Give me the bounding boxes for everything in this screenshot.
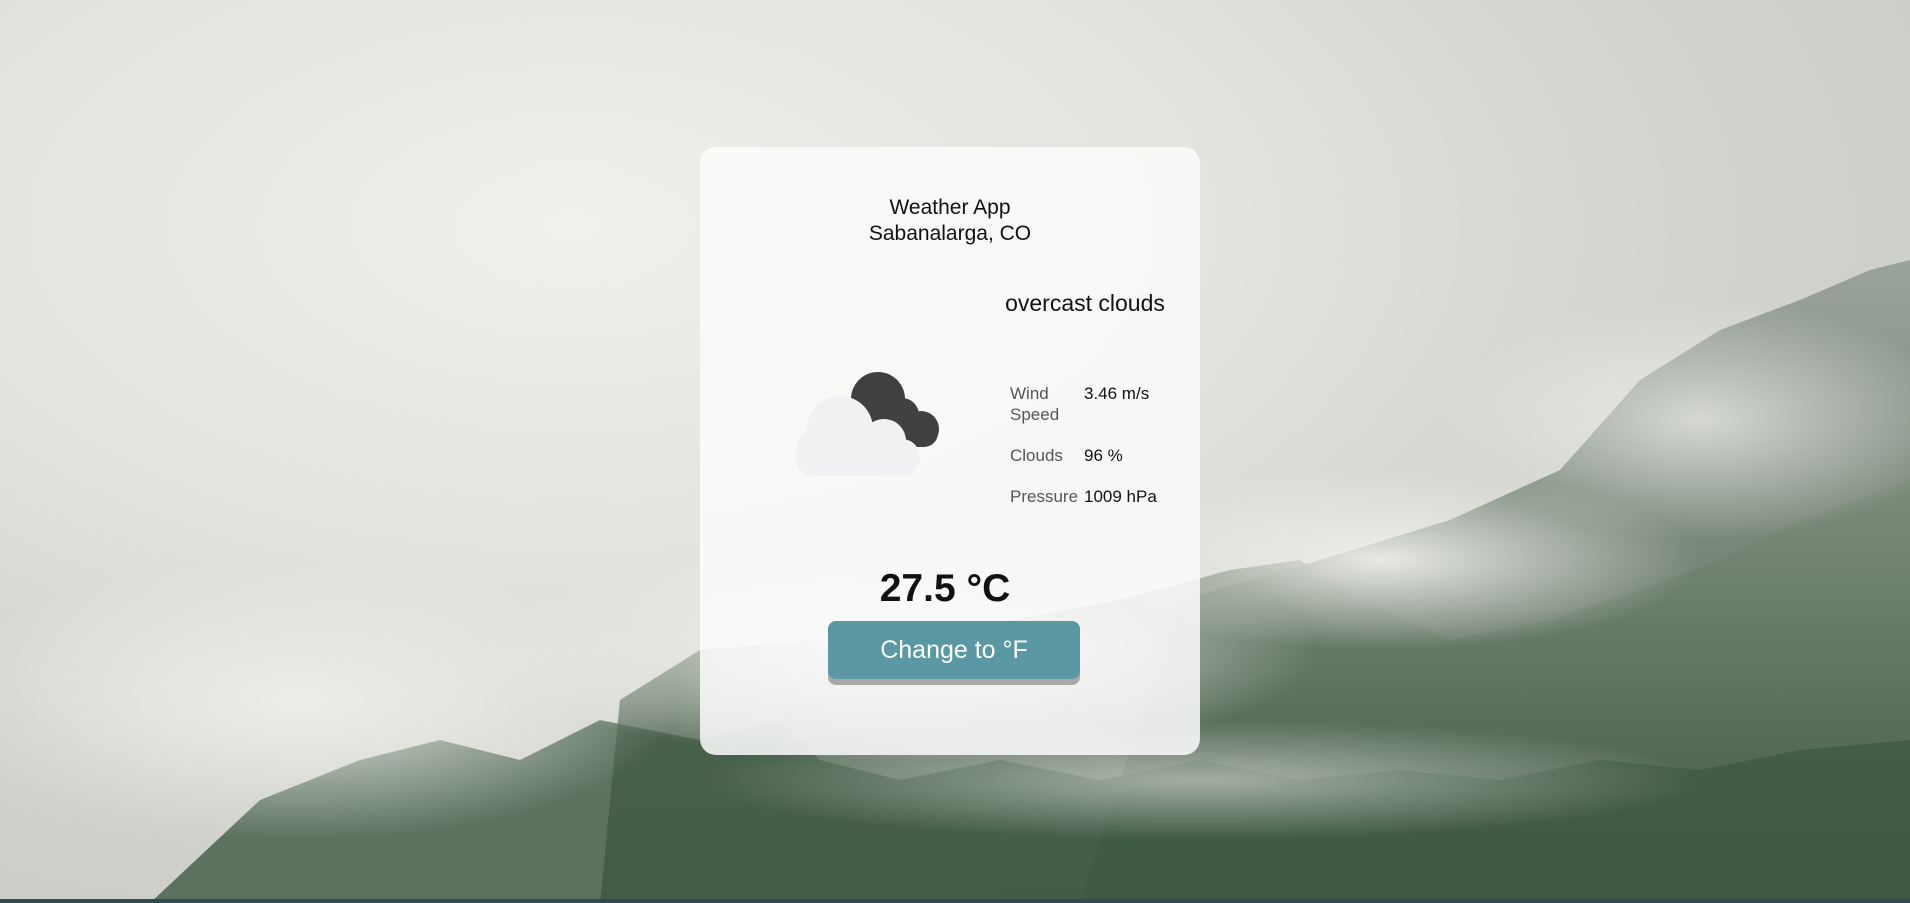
bottom-strip	[0, 899, 1910, 903]
stat-label: Wind Speed	[1010, 384, 1060, 424]
stat-clouds: Clouds 96 %	[1010, 445, 1180, 466]
stat-label: Clouds	[1010, 446, 1063, 465]
stat-value: 1009 hPa	[1084, 487, 1157, 506]
change-unit-button[interactable]: Change to °F	[828, 621, 1080, 679]
stat-wind-speed: Wind Speed 3.46 m/s	[1010, 383, 1180, 425]
app-title: Weather App	[889, 196, 1011, 219]
location-label: Sabanalarga, CO	[868, 222, 1032, 245]
stat-label: Pressure	[1010, 487, 1079, 506]
temperature-display: 27.5 °C	[879, 567, 1011, 610]
weather-card: Weather App Sabanalarga, CO overcast clo…	[700, 147, 1200, 755]
stat-pressure: Pressure 1009 hPa	[1010, 486, 1180, 507]
weather-description: overcast clouds	[1005, 290, 1165, 316]
stat-value: 3.46 m/s	[1084, 384, 1150, 403]
overcast-clouds-icon	[778, 357, 958, 482]
card-header: Weather App Sabanalarga, CO	[700, 195, 1200, 247]
stat-value: 96 %	[1084, 446, 1123, 465]
weather-stats: Wind Speed 3.46 m/s Clouds 96 % Pressure…	[1010, 383, 1180, 527]
